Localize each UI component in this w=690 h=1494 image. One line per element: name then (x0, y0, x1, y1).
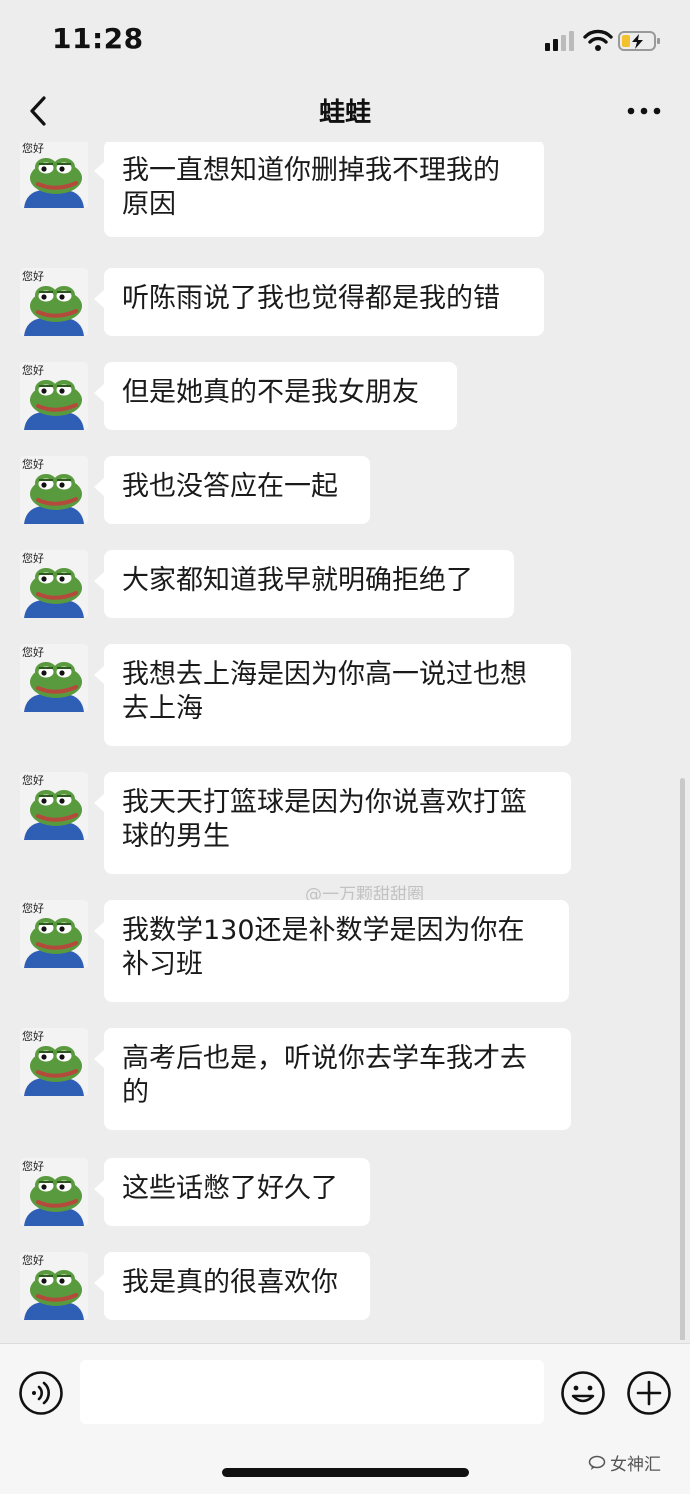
status-time: 11:28 (52, 22, 144, 55)
message-bubble[interactable]: 我也没答应在一起 (94, 456, 370, 524)
pepe-avatar-icon[interactable]: 您好 (20, 362, 88, 430)
input-bar: 女神汇 (0, 1343, 690, 1494)
message-bubble[interactable]: 高考后也是，听说你去学车我才去的 (94, 1028, 571, 1130)
back-chevron-icon[interactable] (22, 92, 58, 130)
brand-mark: 女神汇 (588, 1450, 661, 1475)
brand-label: 女神汇 (610, 1455, 661, 1475)
voice-icon[interactable] (18, 1370, 64, 1416)
pepe-avatar-icon[interactable]: 您好 (20, 772, 88, 840)
battery-charging-icon (618, 31, 660, 51)
message-bubble[interactable]: 我数学130还是补数学是因为你在补习班 (94, 900, 569, 1002)
message-bubble[interactable]: 我想去上海是因为你高一说过也想去上海 (94, 644, 571, 746)
avatar-caption: 您好 (22, 646, 44, 659)
avatar-caption: 您好 (22, 364, 44, 377)
pepe-avatar-icon[interactable]: 您好 (20, 1028, 88, 1096)
message-input[interactable] (80, 1360, 544, 1424)
avatar-caption: 您好 (22, 774, 44, 787)
message-bubble[interactable]: 这些话憋了好久了 (94, 1158, 370, 1226)
signal-icon (545, 31, 574, 51)
chat-bubble-icon (588, 1455, 606, 1470)
avatar-caption: 您好 (22, 902, 44, 915)
pepe-avatar-icon[interactable]: 您好 (20, 456, 88, 524)
more-dots-icon[interactable] (622, 94, 666, 128)
status-bar: 11:28 (0, 0, 690, 80)
avatar-caption: 您好 (22, 1160, 44, 1173)
pepe-avatar-icon[interactable]: 您好 (20, 900, 88, 968)
message-bubble[interactable]: 但是她真的不是我女朋友 (94, 362, 457, 430)
pepe-avatar-icon[interactable]: 您好 (20, 550, 88, 618)
pepe-avatar-icon[interactable]: 您好 (20, 1252, 88, 1320)
avatar-caption: 您好 (22, 552, 44, 565)
plus-icon[interactable] (626, 1370, 672, 1416)
avatar-caption: 您好 (22, 142, 44, 155)
wifi-icon (583, 29, 613, 51)
avatar-caption: 您好 (22, 1254, 44, 1267)
message-bubble[interactable]: 我是真的很喜欢你 (94, 1252, 370, 1320)
message-bubble[interactable]: 我天天打篮球是因为你说喜欢打篮球的男生 (94, 772, 571, 874)
pepe-avatar-icon[interactable]: 您好 (20, 1158, 88, 1226)
pepe-avatar-icon[interactable]: 您好 (20, 142, 88, 208)
pepe-avatar-icon[interactable]: 您好 (20, 644, 88, 712)
chat-title: 蛙蛙 (318, 98, 371, 128)
message-bubble[interactable]: 大家都知道我早就明确拒绝了 (94, 550, 514, 618)
pepe-avatar-icon[interactable]: 您好 (20, 268, 88, 336)
emoji-icon[interactable] (560, 1370, 606, 1416)
chat-scrollbar[interactable] (680, 778, 685, 1340)
avatar-caption: 您好 (22, 1030, 44, 1043)
avatar-caption: 您好 (22, 458, 44, 471)
message-bubble[interactable]: 我一直想知道你删掉我不理我的原因 (94, 142, 544, 237)
home-indicator[interactable] (222, 1468, 469, 1477)
avatar-caption: 您好 (22, 270, 44, 283)
nav-bar: 蛙蛙 (0, 80, 690, 142)
message-bubble[interactable]: 听陈雨说了我也觉得都是我的错 (94, 268, 544, 336)
chat-message-list[interactable]: @一万颗甜甜圈 您好 我一直想知道你删掉我不理我的原因 您好 听陈雨说了我也觉得都是我… (0, 142, 690, 1340)
